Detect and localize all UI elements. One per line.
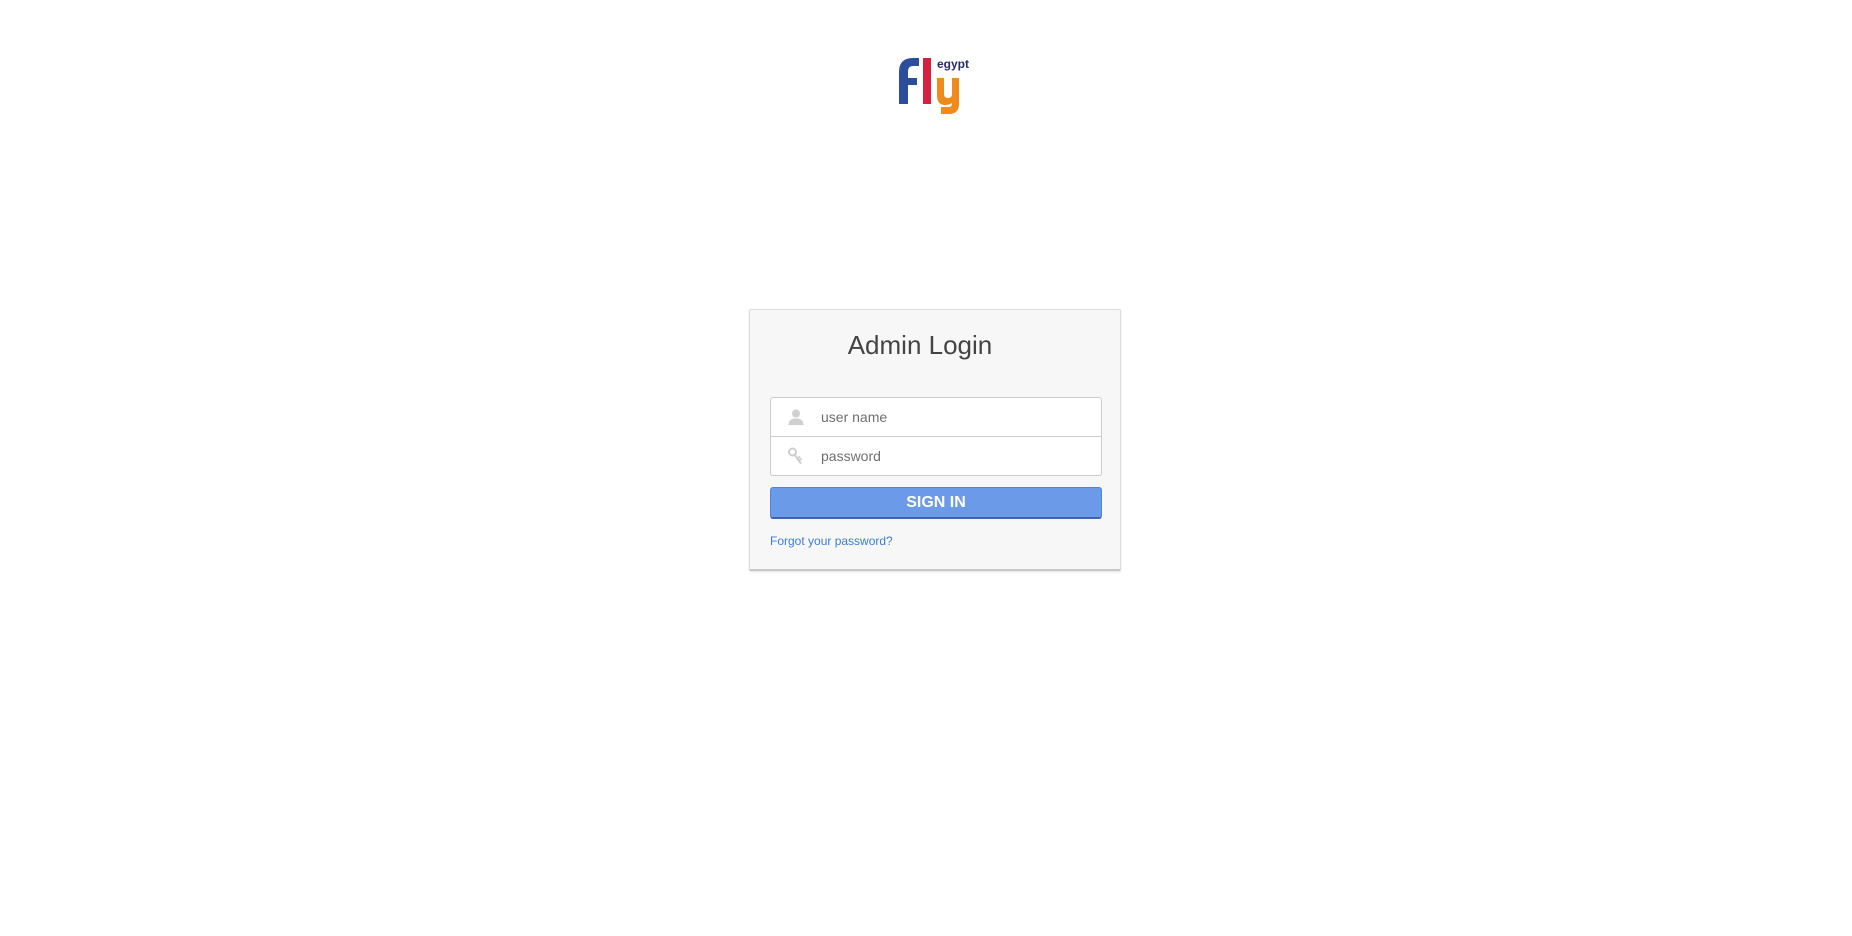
password-field (771, 436, 1101, 475)
user-icon (771, 398, 821, 436)
username-input[interactable] (821, 399, 1101, 435)
login-title: Admin Login (847, 330, 993, 360)
credentials-group (770, 397, 1102, 476)
login-card: Admin Login user name SIGN IN Forgot you… (749, 309, 1121, 571)
logo-graphic: egypt (899, 57, 969, 114)
svg-text:egypt: egypt (937, 57, 969, 71)
login-page: egypt Admin Login user name SIGN IN Forg… (0, 0, 1852, 936)
brand-logo: egypt (893, 52, 973, 116)
key-icon (771, 437, 821, 475)
sign-in-button[interactable]: SIGN IN (770, 487, 1102, 519)
username-field (771, 398, 1101, 436)
password-input[interactable] (821, 438, 1101, 474)
forgot-password-link[interactable]: Forgot your password? (770, 534, 893, 548)
